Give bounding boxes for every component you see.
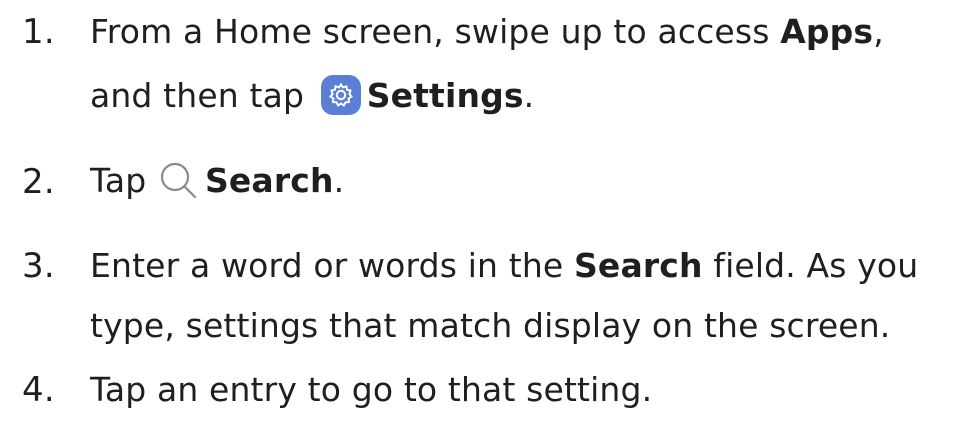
instruction-steps: 1. From a Home screen, swipe up to acces… bbox=[0, 0, 976, 422]
step-1-line-1: From a Home screen, swipe up to access A… bbox=[90, 11, 884, 53]
step-3-text: Enter a word or words in the bbox=[90, 246, 574, 285]
step-3-line-1: Enter a word or words in the Search fiel… bbox=[90, 245, 918, 287]
step-2-line: Tap Search. bbox=[90, 159, 344, 202]
step-2-number: 2. bbox=[22, 162, 55, 202]
step-2-text: Tap bbox=[90, 161, 157, 200]
step-1-punct-2: . bbox=[523, 76, 535, 115]
search-icon bbox=[157, 159, 201, 201]
step-2-punct: . bbox=[333, 161, 345, 200]
step-3-line-2: type, settings that match display on the… bbox=[90, 306, 891, 345]
step-1-line-2: and then tap Settings. bbox=[90, 75, 534, 117]
step-1-number: 1. bbox=[22, 12, 55, 52]
step-3-number: 3. bbox=[22, 246, 55, 286]
search-label: Search bbox=[204, 161, 334, 200]
step-3-text-post: field. As you bbox=[702, 246, 919, 285]
settings-label: Settings bbox=[366, 76, 524, 115]
settings-gear-icon bbox=[320, 75, 361, 115]
step-1-text: From a Home screen, swipe up to access bbox=[90, 12, 781, 51]
step-4-line: Tap an entry to go to that setting. bbox=[90, 370, 653, 409]
step-4-number: 4. bbox=[22, 370, 55, 410]
step-1-punct: , bbox=[873, 12, 884, 51]
step-1-text-2: and then tap bbox=[90, 76, 315, 115]
apps-label: Apps bbox=[780, 12, 874, 51]
search-field-label: Search bbox=[574, 246, 703, 285]
